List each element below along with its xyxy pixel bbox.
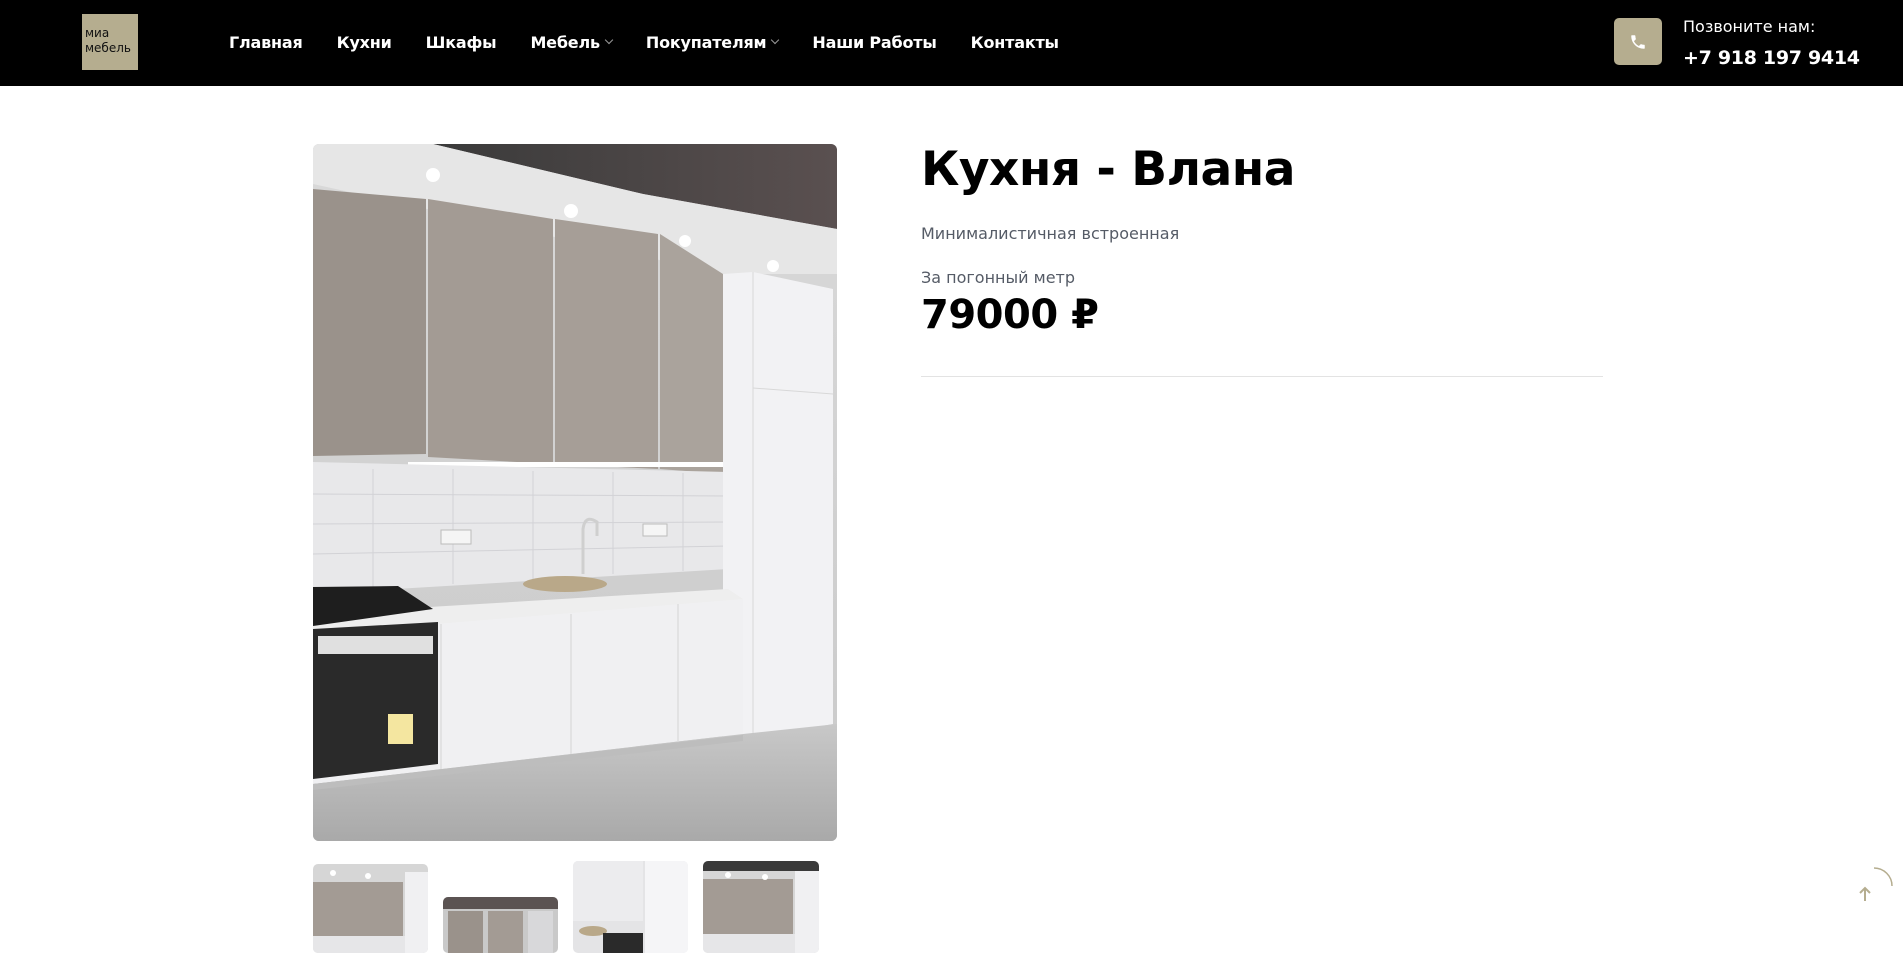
gallery-thumbnail-4[interactable] [703,861,819,953]
nav-label: Покупателям [645,32,767,52]
product-subtitle: Минималистичная встроенная [921,224,1180,243]
nav-item-wardrobes[interactable]: Шкафы [426,33,497,52]
logo-line-1: миа [85,26,110,40]
nav-label: Кухни [336,32,392,52]
nav-item-kitchens[interactable]: Кухни [337,33,392,52]
chevron-down-icon [604,35,614,45]
nav-label: Шкафы [425,32,497,52]
price-note: За погонный метр [921,268,1076,287]
call-button[interactable] [1614,18,1662,65]
chevron-down-icon [771,35,780,45]
phone-icon [1631,34,1645,49]
nav-label: Контакты [970,32,1059,52]
phone-number-link[interactable]: +7 918 197 9414 [1683,47,1860,69]
thumbnail-image [313,864,428,953]
nav-item-home[interactable]: Главная [229,33,303,52]
divider [921,376,1603,377]
scroll-to-top-button[interactable] [1854,866,1894,906]
product-main-image[interactable] [313,144,837,841]
site-header: миа мебель Главная Кухни Шкафы Мебель По… [0,0,1903,86]
kitchen-photo [313,144,837,841]
product-title: Кухня - Влана [921,142,1295,197]
nav-label: Наши Работы [812,32,937,52]
logo[interactable]: миа мебель [82,14,138,70]
nav-label: Мебель [530,32,600,52]
gallery-thumbnail-1[interactable] [313,864,428,953]
product-price: 79000 ₽ [921,292,1099,338]
nav-item-furniture[interactable]: Мебель [530,32,614,52]
call-label: Позвоните нам: [1683,17,1816,36]
nav-label: Главная [229,32,303,52]
thumbnail-image [443,897,558,953]
gallery-thumbnail-3[interactable] [573,861,688,953]
nav-item-our-works[interactable]: Наши Работы [812,33,936,52]
arrow-up-icon [1859,867,1893,901]
logo-line-2: мебель [85,41,131,55]
thumbnail-image [703,861,819,953]
main-nav: Главная Кухни Шкафы Мебель Покупателям Н… [229,0,1093,84]
nav-item-customers[interactable]: Покупателям [645,32,780,52]
gallery-thumbnail-2[interactable] [443,897,558,953]
nav-item-contacts[interactable]: Контакты [971,33,1059,52]
thumbnail-image [573,861,688,953]
